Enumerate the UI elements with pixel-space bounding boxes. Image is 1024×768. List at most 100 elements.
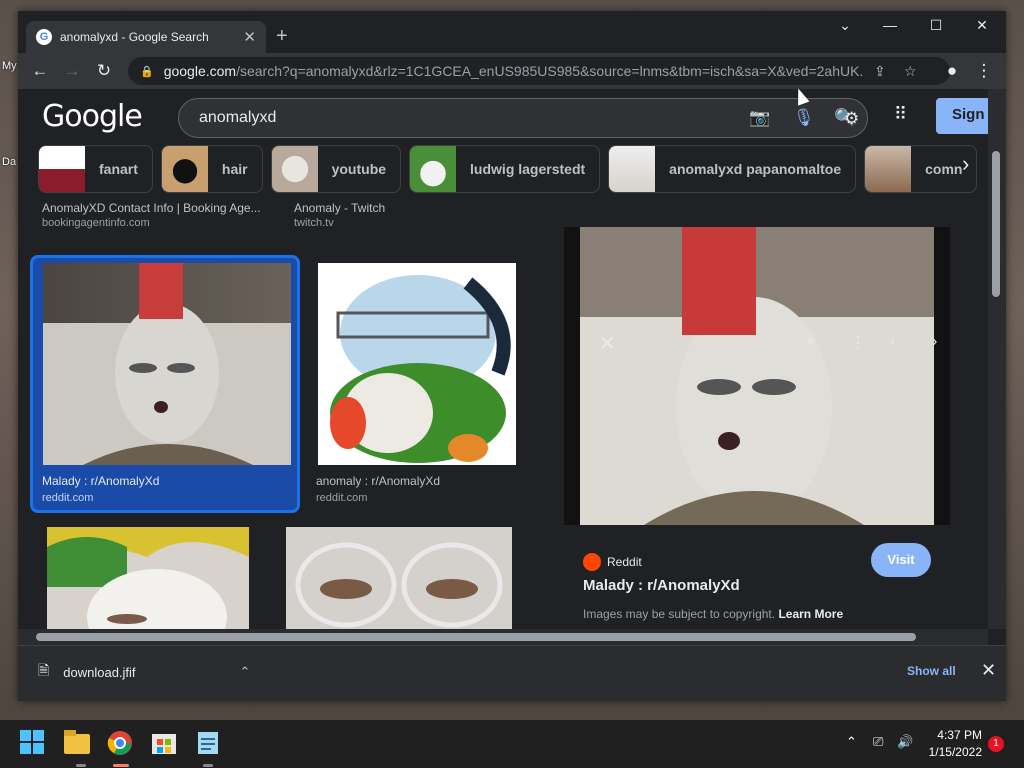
google-apps-icon[interactable]: ⠿ xyxy=(894,104,907,125)
taskbar-active-indicator xyxy=(113,764,129,767)
scrollbar-thumb[interactable] xyxy=(36,633,916,641)
file-icon: 🗎 xyxy=(38,662,50,678)
chrome-icon[interactable] xyxy=(107,730,135,758)
minimize-button[interactable]: — xyxy=(880,17,900,33)
profile-icon[interactable]: ● xyxy=(942,61,962,81)
chevron-up-icon[interactable]: ⌃ xyxy=(240,664,251,680)
learn-more-link[interactable]: Learn More xyxy=(778,607,843,621)
notification-badge[interactable]: 1 xyxy=(988,736,1004,752)
chip-label: hair xyxy=(221,161,248,177)
taskbar: ⌃ ⎚ 🔊 4:37 PM 1/15/2022 1 xyxy=(0,720,1024,768)
google-header: Google 📷 🎙 🔍 ⚙ ⠿ Sign i fanart hair xyxy=(18,89,1006,207)
bookmark-star-icon[interactable]: ☆ xyxy=(904,63,917,80)
result-image-anomaly[interactable] xyxy=(318,263,516,465)
browser-toolbar: ← → ↻ 🔒 google.com/search?q=anomalyxd&rl… xyxy=(18,53,1006,89)
result-image-goggles[interactable] xyxy=(286,527,512,629)
google-images-page: Google 📷 🎙 🔍 ⚙ ⠿ Sign i fanart hair xyxy=(18,89,1006,629)
desktop-icon-label[interactable]: My xyxy=(2,60,17,72)
previous-image-icon[interactable]: ‹ xyxy=(890,333,895,351)
menu-kebab-icon[interactable]: ⋮ xyxy=(974,61,994,81)
download-item[interactable]: 🗎 download.jfif ⌃ xyxy=(38,660,250,684)
chip-label: ludwig lagerstedt xyxy=(470,161,586,177)
scrollbar-thumb[interactable] xyxy=(992,151,1000,297)
more-options-icon[interactable]: ⋮ xyxy=(850,333,866,353)
file-explorer-icon[interactable] xyxy=(64,730,92,758)
google-logo[interactable]: Google xyxy=(42,99,143,134)
lens-search-icon[interactable]: ⌖ xyxy=(806,333,815,351)
microphone-icon[interactable]: 🎙 xyxy=(793,108,815,128)
download-filename: download.jfif xyxy=(63,664,136,680)
taskbar-running-indicator xyxy=(203,764,213,767)
downloads-bar: 🗎 download.jfif ⌃ Show all ✕ xyxy=(18,645,1006,701)
chip-youtube[interactable]: youtube xyxy=(270,145,402,193)
chevron-right-icon[interactable]: › xyxy=(962,151,969,177)
chip-anomalyxd-papanomaltoe[interactable]: anomalyxd papanomaltoe xyxy=(608,145,857,193)
chip-thumbnail xyxy=(865,146,912,192)
preview-image-frame xyxy=(564,227,950,525)
chip-hair[interactable]: hair xyxy=(160,145,263,193)
image-preview-panel: ✕ ⌖ ⋮ ‹ › Reddit Malady : r/AnomalyXd Vi… xyxy=(542,207,988,629)
google-favicon-icon: G xyxy=(36,29,52,45)
close-tab-icon[interactable]: ✕ xyxy=(243,28,256,46)
camera-icon[interactable]: 📷 xyxy=(749,108,770,128)
address-bar[interactable]: 🔒 google.com/search?q=anomalyxd&rlz=1C1G… xyxy=(128,57,950,85)
result-source[interactable]: reddit.com xyxy=(42,492,93,504)
taskbar-running-indicator xyxy=(76,764,86,767)
preview-source-row[interactable]: Reddit xyxy=(583,553,642,571)
vertical-scrollbar[interactable] xyxy=(988,89,1006,629)
url-text[interactable]: google.com/search?q=anomalyxd&rlz=1C1GCE… xyxy=(164,63,864,79)
result-title[interactable]: AnomalyXD Contact Info | Booking Age... xyxy=(42,201,261,215)
windows-start-icon[interactable] xyxy=(20,730,48,758)
back-button[interactable]: ← xyxy=(30,61,50,81)
chip-comn[interactable]: comn xyxy=(864,145,978,193)
chip-label: fanart xyxy=(99,161,138,177)
browser-tab[interactable]: G anomalyxd - Google Search ✕ xyxy=(26,21,266,53)
horizontal-scrollbar[interactable] xyxy=(18,629,988,645)
chip-fanart[interactable]: fanart xyxy=(38,145,153,193)
new-tab-button[interactable]: + xyxy=(276,25,288,48)
share-icon[interactable]: ⇪ xyxy=(874,63,886,80)
desktop-icon-label[interactable]: Da xyxy=(2,156,16,168)
chip-ludwig-lagerstedt[interactable]: ludwig lagerstedt xyxy=(409,145,601,193)
clock-time[interactable]: 4:37 PM xyxy=(922,728,982,742)
chip-thumbnail xyxy=(161,146,208,192)
result-source[interactable]: bookingagentinfo.com xyxy=(42,217,150,229)
volume-icon[interactable]: 🔊 xyxy=(897,734,913,750)
clock-date[interactable]: 1/15/2022 xyxy=(922,745,982,759)
copyright-notice: Images may be subject to copyright. Lear… xyxy=(583,607,843,621)
microsoft-store-icon[interactable] xyxy=(152,730,180,758)
lock-icon[interactable]: 🔒 xyxy=(140,65,154,78)
tab-title: anomalyxd - Google Search xyxy=(60,30,209,44)
chip-thumbnail xyxy=(39,146,85,192)
tab-search-icon[interactable]: ⌄ xyxy=(835,17,855,34)
result-image-green-hair[interactable] xyxy=(47,527,249,629)
search-input[interactable] xyxy=(199,109,699,127)
browser-window: G anomalyxd - Google Search ✕ + ⌄ — ☐ ✕ … xyxy=(18,11,1006,701)
close-window-button[interactable]: ✕ xyxy=(972,17,992,34)
visit-button[interactable]: Visit xyxy=(871,543,931,577)
result-source[interactable]: twitch.tv xyxy=(294,217,334,229)
reload-button[interactable]: ↻ xyxy=(94,61,114,81)
tab-strip: G anomalyxd - Google Search ✕ + ⌄ — ☐ ✕ xyxy=(18,11,1006,53)
image-results-grid: AnomalyXD Contact Info | Booking Age... … xyxy=(18,201,542,629)
result-source[interactable]: reddit.com xyxy=(316,492,367,504)
result-title[interactable]: anomaly : r/AnomalyXd xyxy=(316,474,440,488)
maximize-button[interactable]: ☐ xyxy=(926,17,946,34)
result-image-malady[interactable] xyxy=(43,263,291,465)
notepad-icon[interactable] xyxy=(196,730,224,758)
chip-thumbnail xyxy=(609,146,656,192)
close-preview-icon[interactable]: ✕ xyxy=(599,331,616,356)
preview-title[interactable]: Malady : r/AnomalyXd xyxy=(583,577,740,594)
chip-thumbnail xyxy=(271,146,318,192)
next-image-icon[interactable]: › xyxy=(932,333,937,351)
network-icon[interactable]: ⎚ xyxy=(873,734,883,750)
show-all-downloads-link[interactable]: Show all xyxy=(907,664,956,678)
result-title[interactable]: Anomaly - Twitch xyxy=(294,201,385,215)
close-downloads-icon[interactable]: ✕ xyxy=(981,660,996,681)
copyright-text: Images may be subject to copyright. xyxy=(583,607,776,621)
forward-button[interactable]: → xyxy=(62,61,82,81)
result-title[interactable]: Malady : r/AnomalyXd xyxy=(42,474,159,488)
search-box[interactable]: 📷 🎙 🔍 xyxy=(178,98,868,138)
settings-gear-icon[interactable]: ⚙ xyxy=(844,109,859,129)
show-hidden-icons-chevron-icon[interactable]: ⌃ xyxy=(846,734,857,750)
